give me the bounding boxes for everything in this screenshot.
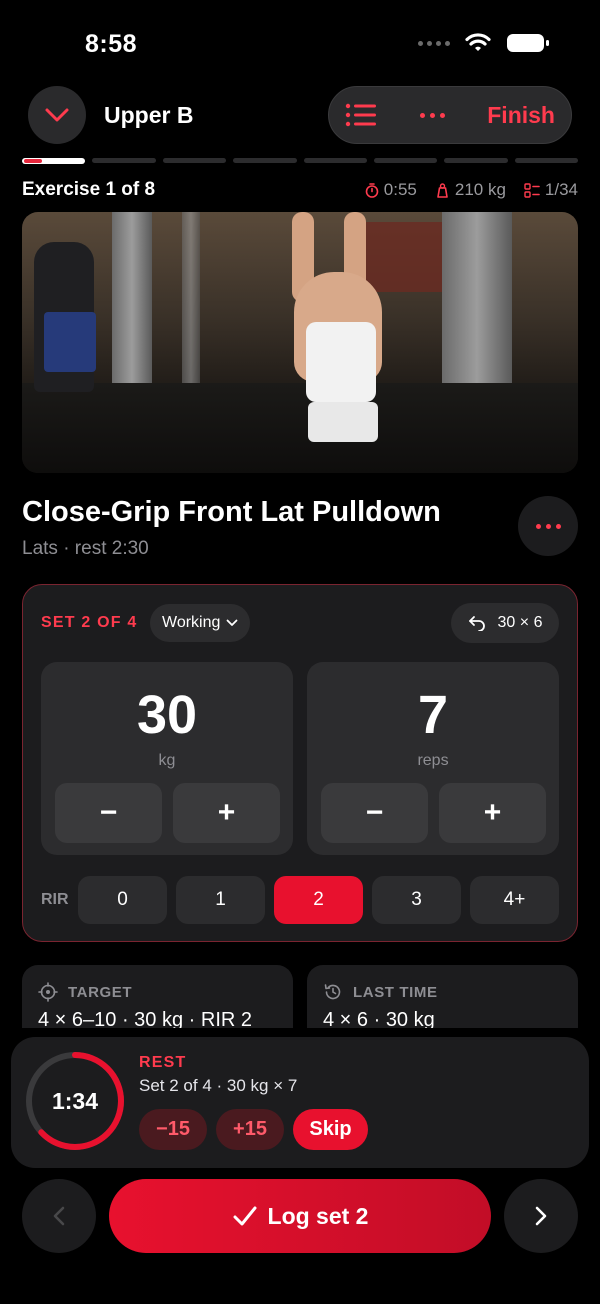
rest-time: 1:34 <box>51 1088 99 1114</box>
set-type-label: Working <box>162 614 221 631</box>
progress-segment <box>233 158 297 163</box>
volume-value: 210 kg <box>454 180 506 199</box>
progress-segment <box>303 158 367 163</box>
chevron-right-icon <box>535 1206 547 1226</box>
more-icon[interactable] <box>419 112 445 118</box>
log-set-label: Log set 2 <box>267 1202 369 1229</box>
list-icon[interactable] <box>345 103 377 127</box>
wifi-icon <box>465 33 491 51</box>
rest-title: REST <box>139 1054 187 1071</box>
chevron-left-icon <box>53 1206 65 1226</box>
progress-segment <box>444 158 508 163</box>
target-text: 4 × 6–10 · 30 kg · RIR 2 <box>38 1009 253 1028</box>
last-time-card: LAST TIME 4 × 6 · 30 kg <box>307 965 578 1028</box>
weight-icon <box>437 182 448 198</box>
target-icon <box>38 982 58 1002</box>
weight-decrement-button[interactable]: − <box>55 783 162 843</box>
weight-value[interactable]: 30 <box>41 684 293 746</box>
checkmark-icon <box>233 1206 257 1226</box>
rir-option-2[interactable]: 2 <box>274 876 363 924</box>
progress-segment <box>373 158 438 163</box>
previous-exercise-button[interactable] <box>22 1179 96 1253</box>
battery-icon <box>507 34 549 52</box>
rir-option-3[interactable]: 3 <box>372 876 461 924</box>
repeat-previous-button[interactable]: 30 × 6 <box>451 603 559 643</box>
reps-unit: reps <box>417 752 449 769</box>
finish-button[interactable]: Finish <box>487 102 555 129</box>
rest-skip-button[interactable]: Skip <box>293 1109 368 1150</box>
progress-segment <box>162 158 227 163</box>
set-label: SET 2 OF 4 <box>41 614 138 631</box>
status-time: 8:58 <box>85 30 138 58</box>
sets-value: 1/34 <box>544 180 578 199</box>
reps-increment-button[interactable]: + <box>439 783 546 843</box>
workout-stats: 0:55 210 kg 1/34 <box>365 180 578 200</box>
elapsed-value: 0:55 <box>383 180 417 199</box>
weight-increment-button[interactable]: + <box>173 783 280 843</box>
progress-segment <box>92 158 156 163</box>
sets-stat: 1/34 <box>524 180 578 200</box>
set-type-dropdown[interactable]: Working <box>150 604 251 642</box>
status-icons <box>418 32 550 54</box>
last-time-label: LAST TIME <box>353 984 438 1001</box>
rir-label: RIR <box>41 891 69 908</box>
target-label: TARGET <box>68 984 133 1001</box>
next-exercise-button[interactable] <box>504 1179 578 1253</box>
collapse-button[interactable] <box>28 86 86 144</box>
rest-plus-15-button[interactable]: +15 <box>216 1109 284 1150</box>
exercise-counter: Exercise 1 of 8 <box>22 179 156 200</box>
reps-value[interactable]: 7 <box>307 684 559 746</box>
cellular-icon <box>418 40 450 46</box>
workout-name: Upper B <box>104 102 194 128</box>
log-set-button[interactable]: Log set 2 <box>109 1179 491 1253</box>
more-icon <box>535 523 561 529</box>
elapsed-stat: 0:55 <box>365 180 417 200</box>
rest-minus-15-button[interactable]: −15 <box>139 1109 207 1150</box>
exercise-title: Close-Grip Front Lat Pulldown <box>22 496 441 528</box>
checklist-icon <box>524 182 540 198</box>
reps-decrement-button[interactable]: − <box>321 783 428 843</box>
header-actions: Finish <box>328 86 572 144</box>
progress-segment <box>514 158 578 163</box>
target-card: TARGET 4 × 6–10 · 30 kg · RIR 2 <box>22 965 293 1028</box>
stopwatch-icon <box>365 182 379 198</box>
last-time-text: 4 × 6 · 30 kg <box>323 1009 435 1028</box>
exercise-options-button[interactable] <box>518 496 578 556</box>
volume-stat: 210 kg <box>435 180 506 200</box>
rest-subtitle: Set 2 of 4 · 30 kg × 7 <box>139 1076 298 1095</box>
rir-option-1[interactable]: 1 <box>176 876 265 924</box>
chevron-down-icon <box>226 619 238 626</box>
exercise-progress <box>22 158 578 164</box>
exercise-subtitle: Lats · rest 2:30 <box>22 538 149 559</box>
weight-metric: 30 kg − + <box>41 662 293 855</box>
chevron-down-icon <box>45 108 69 122</box>
rir-option-4plus[interactable]: 4+ <box>470 876 559 924</box>
exercise-video[interactable] <box>22 212 578 473</box>
undo-icon <box>468 616 485 631</box>
reps-metric: 7 reps − + <box>307 662 559 855</box>
previous-set-value: 30 × 6 <box>497 614 543 631</box>
progress-segment-current <box>22 158 86 164</box>
weight-unit: kg <box>158 752 176 769</box>
history-icon <box>324 984 341 1000</box>
rir-option-0[interactable]: 0 <box>78 876 167 924</box>
